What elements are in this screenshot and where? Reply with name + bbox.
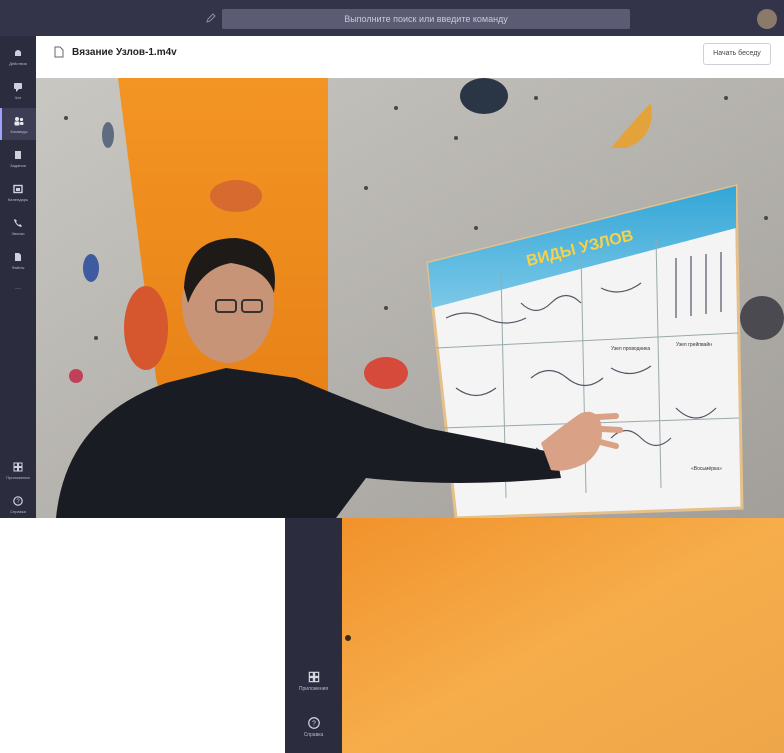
app-rail: Действия Чат Команды Задания Календарь З…: [0, 36, 36, 518]
video-frame: ВИДЫ УЗЛОВ Узел проводника Узел грейпвай…: [36, 78, 784, 518]
help-icon: ?: [13, 495, 23, 506]
poster-caption: «Восьмёрка»: [691, 466, 722, 472]
file-icon: [54, 46, 64, 58]
rail-item-chat[interactable]: Чат: [2, 74, 34, 106]
rail-item-apps[interactable]: Приложения: [2, 454, 34, 486]
file-title: Вязание Узлов-1.m4v: [72, 47, 177, 58]
rail-item-assignments[interactable]: Задания: [2, 142, 34, 174]
avatar[interactable]: [757, 9, 777, 29]
poster-caption: Узел проводника: [611, 346, 650, 352]
apps-icon: [13, 462, 23, 471]
rail-item-teams[interactable]: Команды: [0, 108, 36, 140]
files-icon: [15, 252, 21, 261]
video-player[interactable]: ВИДЫ УЗЛОВ Узел проводника Узел грейпвай…: [36, 78, 784, 518]
search-input[interactable]: Выполните поиск или введите команду: [222, 9, 630, 29]
help-icon: ?: [307, 717, 320, 729]
start-conversation-button[interactable]: Начать беседу: [703, 43, 771, 65]
rail-item-activity[interactable]: Действия: [2, 40, 34, 72]
teams-icon: [14, 116, 24, 125]
assignments-icon: [15, 150, 21, 159]
apps-icon: [308, 671, 319, 683]
video-frame-zoomed: [342, 518, 784, 753]
rail-item-apps[interactable]: Приложения: [285, 670, 342, 692]
bell-icon: [15, 49, 21, 57]
app-rail-secondary: Приложения ? Справка: [285, 518, 342, 753]
rail-item-help[interactable]: ? Справка: [2, 488, 34, 520]
chat-icon: [14, 82, 22, 92]
rail-item-calls[interactable]: Звонки: [2, 210, 34, 242]
svg-text:?: ?: [312, 721, 316, 728]
rail-item-more[interactable]: ···: [2, 272, 34, 304]
calendar-icon: [13, 184, 23, 193]
rail-item-calendar[interactable]: Календарь: [2, 176, 34, 208]
phone-icon: [14, 218, 22, 227]
poster-caption: Узел грейпвайн: [676, 341, 712, 348]
edit-icon[interactable]: [205, 12, 217, 24]
rail-item-help[interactable]: ? Справка: [285, 716, 342, 738]
